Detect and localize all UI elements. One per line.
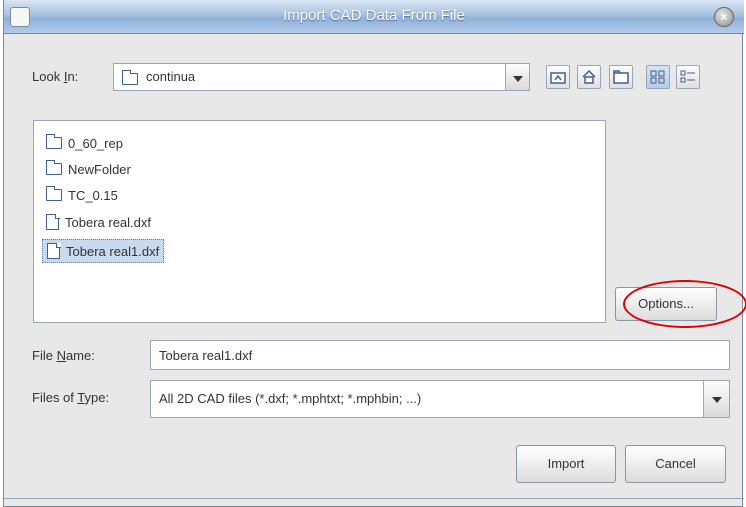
files-of-type-label: Files of Type: [32, 390, 110, 405]
details-view-icon [680, 70, 695, 83]
file-icon [46, 213, 60, 230]
chevron-down-icon[interactable] [505, 64, 529, 90]
list-item[interactable]: TC_0.15 [42, 183, 122, 207]
new-folder-button[interactable] [609, 65, 633, 89]
look-in-value: continua [146, 69, 196, 84]
import-button[interactable]: Import [516, 445, 616, 483]
file-name: Tobera real1.dxf [66, 243, 160, 259]
list-view-button[interactable] [646, 65, 670, 89]
look-in-label: Look In: [32, 69, 79, 84]
divider [4, 498, 744, 499]
close-icon[interactable]: × [714, 7, 734, 27]
file-name: Tobera real.dxf [65, 214, 151, 230]
list-item[interactable]: NewFolder [42, 157, 135, 181]
chevron-down-icon[interactable] [703, 381, 729, 417]
folder-icon [45, 160, 62, 175]
cancel-button[interactable]: Cancel [625, 445, 726, 483]
file-name-value: Tobera real1.dxf [159, 348, 253, 363]
file-name-input[interactable]: Tobera real1.dxf [150, 340, 730, 370]
files-of-type-combo[interactable]: All 2D CAD files (*.dxf; *.mphtxt; *.mph… [150, 380, 730, 418]
folder-icon [45, 134, 62, 149]
details-view-button[interactable] [676, 65, 700, 89]
list-item[interactable]: 0_60_rep [42, 131, 127, 155]
home-button[interactable] [577, 65, 601, 89]
window-title: Import CAD Data From File [283, 7, 465, 24]
folder-icon [45, 186, 62, 201]
title-bar[interactable]: Import CAD Data From File × [4, 0, 744, 34]
list-item-selected[interactable]: Tobera real1.dxf [42, 239, 165, 263]
file-name: TC_0.15 [68, 187, 118, 203]
up-one-level-button[interactable] [546, 65, 570, 89]
files-of-type-value: All 2D CAD files (*.dxf; *.mphtxt; *.mph… [159, 391, 422, 406]
list-view-icon [650, 70, 665, 84]
import-cad-dialog: Import CAD Data From File × Look In: con… [3, 0, 746, 507]
new-folder-icon [613, 70, 629, 84]
file-name-label: File Name: [32, 348, 95, 363]
up-one-level-icon [550, 72, 566, 84]
look-in-combo[interactable]: continua [113, 63, 530, 91]
list-item[interactable]: Tobera real.dxf [42, 210, 155, 234]
file-name: 0_60_rep [68, 135, 123, 151]
folder-icon [121, 70, 138, 85]
options-button[interactable]: Options... [615, 287, 717, 321]
file-list[interactable]: 0_60_rep NewFolder TC_0.15 Tobera real.d… [33, 120, 606, 323]
home-icon [582, 69, 596, 84]
file-icon [47, 242, 61, 259]
file-name: NewFolder [68, 161, 131, 177]
